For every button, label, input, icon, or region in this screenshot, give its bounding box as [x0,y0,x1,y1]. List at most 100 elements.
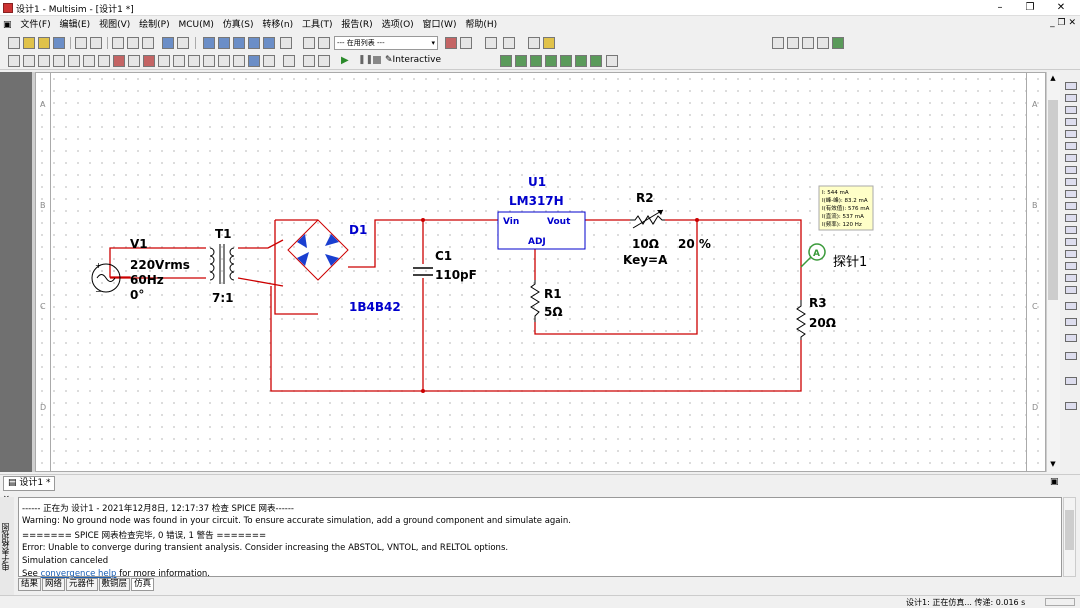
probe-differential-icon[interactable] [545,55,557,67]
analog-component-icon[interactable] [68,55,80,67]
source-component-icon[interactable] [8,55,20,67]
forward-annotate-icon[interactable] [503,37,515,49]
distortion-analyzer-icon[interactable] [1065,214,1077,222]
help-icon[interactable] [543,37,555,49]
zoom-area-icon[interactable] [802,37,814,49]
output-scroll-thumb[interactable] [1065,510,1074,550]
erc-icon[interactable] [445,37,457,49]
four-channel-scope-icon[interactable] [1065,130,1077,138]
connector-icon[interactable] [303,55,315,67]
frequency-counter-icon[interactable] [1065,154,1077,162]
measurement-probe-icon[interactable] [1065,377,1077,385]
print-preview-icon[interactable] [90,37,102,49]
open-folder-icon[interactable] [23,37,35,49]
multimeter-icon[interactable] [1065,82,1077,90]
mdi-window-controls[interactable]: _ ❐ ✕ [1050,18,1076,28]
full-screen-icon[interactable] [203,37,215,49]
export-icon[interactable] [485,37,497,49]
tab-simulation[interactable]: 仿真 [131,578,155,591]
scroll-up-icon[interactable]: ▲ [1047,74,1059,82]
oscilloscope-icon[interactable] [1065,118,1077,126]
electromechanical-icon[interactable] [218,55,230,67]
u1-regulator[interactable]: U1 LM317H Vin Vout ADJ [497,175,586,250]
r1-resistor[interactable]: R1 5Ω [530,280,563,322]
zoom-in-icon[interactable] [772,37,784,49]
probe-current-icon[interactable] [515,55,527,67]
logic-converter-icon[interactable] [1065,178,1077,186]
zoom-out-icon[interactable] [787,37,799,49]
tab-copper-layers[interactable]: 敷铜层 [98,578,131,591]
restore-icon[interactable]: ❐ [1015,0,1045,16]
cut-icon[interactable] [112,37,124,49]
mixed-component-icon[interactable] [128,55,140,67]
word-generator-icon[interactable] [1065,166,1077,174]
probe-voltage-current-icon[interactable] [560,55,572,67]
labview-instrument-icon[interactable] [1065,302,1077,310]
new-file-icon[interactable] [8,37,20,49]
menu-mcu[interactable]: MCU(M) [175,17,216,33]
stop-simulation-icon[interactable] [373,56,381,64]
back-annotate-icon[interactable] [460,37,472,49]
spreadsheet-icon[interactable] [233,37,245,49]
red-probe-icon[interactable] [1065,402,1077,410]
iv-analyzer-icon[interactable] [1065,202,1077,210]
bode-plotter-icon[interactable] [1065,142,1077,150]
tab-nets[interactable]: 网络 [42,578,66,591]
mcu-component-icon[interactable] [248,55,260,67]
tektronix-scope-icon[interactable] [1065,286,1077,294]
in-use-list-dropdown[interactable]: --- 在用列表 --- [334,36,438,50]
r2-potentiometer[interactable]: R2 10Ω 20 % Key=A [623,191,711,267]
wattmeter-icon[interactable] [1065,106,1077,114]
menu-transfer[interactable]: 转移(n) [259,17,296,33]
d1-bridge-rectifier[interactable]: D1 1B4B42 [287,219,401,314]
current-clamp-icon[interactable] [1065,334,1077,342]
probe1[interactable]: A 探针1 I: 544 mA I(峰-峰): 83.2 mA I(有效值): … [800,185,874,270]
network-analyzer-icon[interactable] [1065,238,1077,246]
menu-reports[interactable]: 报告(R) [338,17,375,33]
power-component-icon[interactable] [158,55,170,67]
menu-place[interactable]: 绘制(P) [136,17,172,33]
open-sample-icon[interactable] [38,37,50,49]
pause-simulation-icon[interactable]: ❚❚ [358,55,373,65]
menu-window[interactable]: 窗口(W) [420,17,460,33]
hierarchy-icon[interactable] [303,37,315,49]
menu-edit[interactable]: 编辑(E) [56,17,93,33]
v1-source[interactable]: + − V1 220Vrms 60Hz 0° [91,237,190,302]
simulation-output-panel[interactable]: ------ 正在为 设计1 - 2021年12月8日, 12:17:37 检查… [18,497,1062,578]
postprocessor-icon[interactable] [263,37,275,49]
component-wizard-icon[interactable] [280,37,292,49]
transistor-component-icon[interactable] [53,55,65,67]
menu-simulate[interactable]: 仿真(S) [220,17,257,33]
r3-resistor[interactable]: R3 20Ω [796,296,836,340]
close-icon[interactable]: ✕ [1046,0,1076,16]
misc-digital-icon[interactable] [113,55,125,67]
convergence-help-link[interactable]: convergence help [41,569,117,578]
agilent-multimeter-icon[interactable] [1065,262,1077,270]
ttl-component-icon[interactable] [83,55,95,67]
logic-analyzer-icon[interactable] [1065,190,1077,198]
full-screen-view-icon[interactable] [832,37,844,49]
ni-component-icon[interactable] [233,55,245,67]
menu-help[interactable]: 帮助(H) [462,17,500,33]
function-generator-icon[interactable] [1065,94,1077,102]
redo-icon[interactable] [177,37,189,49]
probe-voltage-icon[interactable] [500,55,512,67]
copy-icon[interactable] [127,37,139,49]
cmos-component-icon[interactable] [98,55,110,67]
design-toolbox-icon[interactable] [218,37,230,49]
tab-design1[interactable]: ▤ 设计1 * [3,476,56,491]
t1-transformer[interactable]: T1 7:1 [209,227,235,305]
canvas-scroll-thumb[interactable] [1048,100,1058,300]
wire-icon[interactable] [318,55,330,67]
menu-tools[interactable]: 工具(T) [299,17,336,33]
interactive-mode-button[interactable]: ✎Interactive [385,54,441,66]
search-icon[interactable] [528,37,540,49]
zoom-sheet-icon[interactable] [817,37,829,49]
peripheral-component-icon[interactable] [188,55,200,67]
probe-reference-icon[interactable] [575,55,587,67]
indicator-component-icon[interactable] [143,55,155,67]
menu-options[interactable]: 选项(O) [379,17,417,33]
probe-digital-icon[interactable] [590,55,602,67]
menu-app-icon[interactable]: ▣ [0,17,15,33]
undo-icon[interactable] [162,37,174,49]
